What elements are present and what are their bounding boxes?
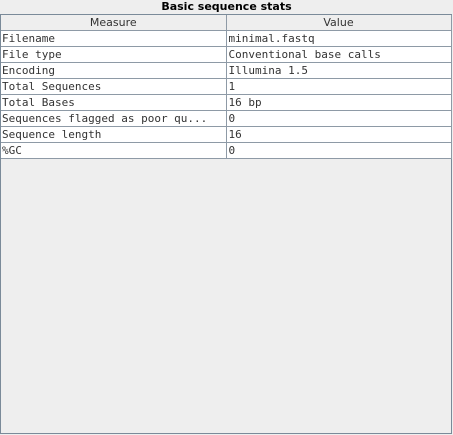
table-row[interactable]: Encoding Illumina 1.5 [1, 62, 452, 79]
table-row[interactable]: Total Sequences 1 [1, 78, 452, 95]
cell-measure[interactable]: File type [1, 46, 227, 63]
cell-measure[interactable]: Total Bases [1, 94, 227, 111]
cell-measure[interactable]: %GC [1, 142, 227, 159]
cell-measure[interactable]: Filename [1, 30, 227, 47]
table-row[interactable]: Sequences flagged as poor qu... 0 [1, 110, 452, 127]
column-header-value[interactable]: Value [226, 15, 452, 31]
table-scroll-pane[interactable]: Measure Value Filename minimal.fastq Fil… [0, 14, 452, 434]
cell-value[interactable]: 0 [226, 110, 452, 127]
cell-value[interactable]: 16 bp [226, 94, 452, 111]
stats-table[interactable]: Measure Value Filename minimal.fastq Fil… [1, 15, 452, 159]
panel-title: Basic sequence stats [161, 0, 292, 13]
cell-measure[interactable]: Sequence length [1, 126, 227, 143]
basic-stats-panel: Basic sequence stats Measure Value Filen… [0, 0, 453, 435]
table-row[interactable]: Sequence length 16 [1, 126, 452, 143]
cell-value[interactable]: 1 [226, 78, 452, 95]
cell-measure[interactable]: Encoding [1, 62, 227, 79]
cell-measure[interactable]: Total Sequences [1, 78, 227, 95]
column-header-measure[interactable]: Measure [1, 15, 227, 31]
cell-value[interactable]: 16 [226, 126, 452, 143]
cell-value[interactable]: Illumina 1.5 [226, 62, 452, 79]
table-row[interactable]: File type Conventional base calls [1, 46, 452, 63]
table-row[interactable]: Filename minimal.fastq [1, 30, 452, 47]
table-row[interactable]: %GC 0 [1, 142, 452, 159]
cell-value[interactable]: minimal.fastq [226, 30, 452, 47]
table-row[interactable]: Total Bases 16 bp [1, 94, 452, 111]
cell-measure[interactable]: Sequences flagged as poor qu... [1, 110, 227, 127]
cell-value[interactable]: Conventional base calls [226, 46, 452, 63]
cell-value[interactable]: 0 [226, 142, 452, 159]
table-header-row: Measure Value [1, 15, 452, 31]
